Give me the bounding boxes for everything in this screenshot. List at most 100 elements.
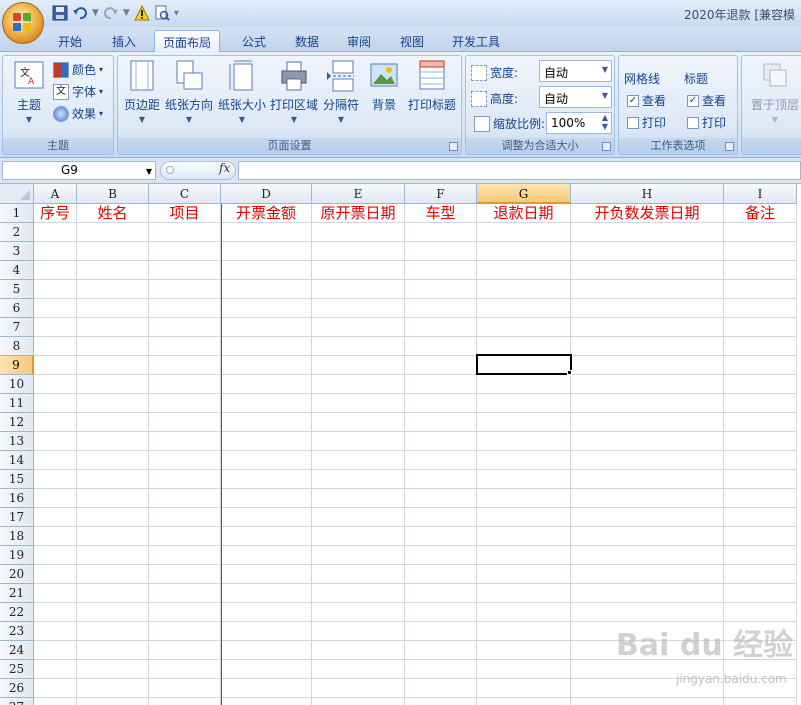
- row-header-22[interactable]: 22: [0, 603, 34, 622]
- cell[interactable]: [77, 489, 149, 508]
- cell[interactable]: [312, 280, 405, 299]
- header-cell[interactable]: 项目: [149, 204, 221, 223]
- cell[interactable]: [477, 375, 571, 394]
- header-cell[interactable]: 序号: [34, 204, 77, 223]
- customize-qat-icon[interactable]: ▾: [174, 8, 179, 19]
- cell[interactable]: [724, 489, 797, 508]
- cell[interactable]: [405, 679, 477, 698]
- cell[interactable]: [405, 489, 477, 508]
- header-cell[interactable]: 开票金额: [221, 204, 312, 223]
- cell[interactable]: [571, 508, 724, 527]
- column-header-i[interactable]: I: [724, 184, 797, 204]
- cell[interactable]: [312, 375, 405, 394]
- print-preview-icon[interactable]: [154, 5, 170, 21]
- cell[interactable]: [149, 489, 221, 508]
- scale-spinner[interactable]: 100% ▲ ▼: [546, 112, 612, 134]
- redo-dropdown-icon[interactable]: ▼: [123, 8, 130, 18]
- cell[interactable]: [724, 451, 797, 470]
- cell[interactable]: [149, 280, 221, 299]
- cell[interactable]: [149, 470, 221, 489]
- background-button[interactable]: 背景: [366, 60, 402, 113]
- cell[interactable]: [34, 356, 77, 375]
- cell[interactable]: [221, 603, 312, 622]
- cell[interactable]: [571, 451, 724, 470]
- cell[interactable]: [149, 508, 221, 527]
- cell[interactable]: [221, 489, 312, 508]
- cell[interactable]: [221, 546, 312, 565]
- row-header-8[interactable]: 8: [0, 337, 34, 356]
- tab-home[interactable]: 开始: [50, 30, 90, 52]
- cell[interactable]: [405, 451, 477, 470]
- cell[interactable]: [34, 641, 77, 660]
- cell[interactable]: [405, 394, 477, 413]
- cell[interactable]: [34, 451, 77, 470]
- page-setup-launcher-icon[interactable]: [449, 142, 458, 151]
- cell[interactable]: [77, 299, 149, 318]
- cell[interactable]: [405, 622, 477, 641]
- scale-launcher-icon[interactable]: [602, 142, 611, 151]
- cell[interactable]: [724, 508, 797, 527]
- cell[interactable]: [312, 299, 405, 318]
- print-titles-button[interactable]: 打印标题: [406, 60, 458, 113]
- cell[interactable]: [77, 280, 149, 299]
- fill-handle[interactable]: [567, 370, 572, 375]
- cell[interactable]: [571, 299, 724, 318]
- cell[interactable]: [149, 641, 221, 660]
- cell[interactable]: [405, 299, 477, 318]
- cell[interactable]: [77, 261, 149, 280]
- cell[interactable]: [571, 470, 724, 489]
- cell[interactable]: [312, 432, 405, 451]
- cell[interactable]: [221, 470, 312, 489]
- warning-icon[interactable]: [134, 4, 150, 21]
- cell[interactable]: [34, 337, 77, 356]
- row-header-17[interactable]: 17: [0, 508, 34, 527]
- cell[interactable]: [221, 622, 312, 641]
- name-box[interactable]: G9 ▼: [2, 161, 156, 180]
- row-header-7[interactable]: 7: [0, 318, 34, 337]
- cell[interactable]: [34, 318, 77, 337]
- cell[interactable]: [221, 242, 312, 261]
- cell[interactable]: [405, 223, 477, 242]
- cell[interactable]: [34, 603, 77, 622]
- cell[interactable]: [477, 603, 571, 622]
- cell[interactable]: [312, 660, 405, 679]
- cell[interactable]: [34, 622, 77, 641]
- header-cell[interactable]: 车型: [405, 204, 477, 223]
- cell[interactable]: [312, 698, 405, 705]
- cell[interactable]: [221, 375, 312, 394]
- cell[interactable]: [477, 242, 571, 261]
- cell[interactable]: [724, 318, 797, 337]
- cell[interactable]: [724, 432, 797, 451]
- row-header-13[interactable]: 13: [0, 432, 34, 451]
- cell[interactable]: [312, 223, 405, 242]
- cell[interactable]: [477, 622, 571, 641]
- cell[interactable]: [477, 223, 571, 242]
- cell[interactable]: [34, 565, 77, 584]
- margins-button[interactable]: 页边距 ▼: [120, 60, 164, 124]
- themes-button[interactable]: 文A 主题 ▼: [7, 60, 51, 124]
- column-header-a[interactable]: A: [34, 184, 77, 204]
- cell[interactable]: [149, 394, 221, 413]
- formula-expand-icon[interactable]: [166, 166, 174, 174]
- cell[interactable]: [149, 603, 221, 622]
- headings-view-checkbox[interactable]: ✓ 查看: [687, 92, 726, 109]
- cell[interactable]: [724, 546, 797, 565]
- cell[interactable]: [221, 299, 312, 318]
- colors-button[interactable]: 颜色 ▾: [53, 61, 103, 78]
- cell[interactable]: [312, 451, 405, 470]
- row-header-21[interactable]: 21: [0, 584, 34, 603]
- formula-input[interactable]: [238, 161, 801, 180]
- spinner-arrows-icon[interactable]: ▲ ▼: [602, 113, 608, 131]
- gridlines-view-checkbox[interactable]: ✓ 查看: [627, 92, 666, 109]
- cell[interactable]: [724, 413, 797, 432]
- cell[interactable]: [571, 394, 724, 413]
- cell[interactable]: [571, 318, 724, 337]
- cell[interactable]: [571, 546, 724, 565]
- row-header-26[interactable]: 26: [0, 679, 34, 698]
- column-header-g[interactable]: G: [477, 184, 571, 204]
- header-cell[interactable]: 备注: [724, 204, 797, 223]
- cell[interactable]: [477, 261, 571, 280]
- cell[interactable]: [477, 470, 571, 489]
- row-header-19[interactable]: 19: [0, 546, 34, 565]
- row-header-18[interactable]: 18: [0, 527, 34, 546]
